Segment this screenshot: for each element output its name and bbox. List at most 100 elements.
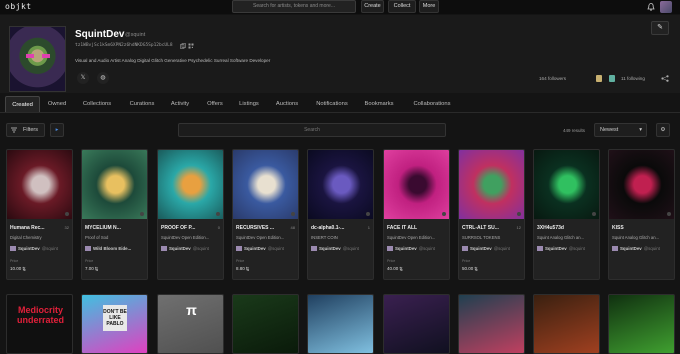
collection-name: Squint Analog Glitch an... [612,235,660,240]
tab-auctions[interactable]: Auctions [268,96,306,112]
token-card[interactable]: RECURSIVES ... 48 SquintDev Open Edition..… [232,149,299,280]
copy-icon[interactable] [180,43,186,49]
token-title: dc-alpha0.1-... [311,225,345,231]
play-icon [216,212,220,216]
token-thumbnail[interactable] [82,150,147,219]
share-icon[interactable] [661,75,669,82]
token-price: 50.00 ꜩ [462,266,478,271]
token-price: 10.00 ꜩ [10,266,26,271]
creator-name: SquintDev [319,246,341,251]
token-card[interactable]: FACE IT ALL SquintDev Open Edition... Squi… [383,149,450,280]
grid-toggle-button[interactable]: ▸ [50,123,64,137]
token-art-text: DON'T BE LIKE PABLO [103,305,127,331]
tab-collaborations[interactable]: Collaborations [403,96,461,112]
follower-avatar [596,75,602,82]
edit-profile-button[interactable]: ✎ [651,21,669,35]
following-avatar [609,75,615,82]
creator-row[interactable]: SquintDev @squint [236,246,298,252]
tab-offers[interactable]: Offers [200,96,230,112]
token-thumbnail[interactable] [7,150,72,219]
tab-listings[interactable]: Listings [232,96,266,112]
collection-name: Squint Analog Glitch an... [537,235,585,240]
followers-count[interactable]: 164 followers [539,76,566,81]
creator-handle: @squint [41,246,58,251]
token-card[interactable]: PROOF OF P... 0 SquintDev Open Edition... S… [157,149,224,280]
creator-row[interactable]: SquintDev @squint [10,246,72,252]
tab-collections[interactable]: Collections [77,96,117,112]
play-icon [140,212,144,216]
token-card[interactable] [458,294,525,354]
token-card[interactable]: π [157,294,224,354]
token-card[interactable]: dc-alpha0.1-... 1 INSERT COIN SquintDev @squ… [307,149,374,280]
following-count[interactable]: 11 following [621,76,645,81]
creator-row[interactable]: SquintDev @squint [612,246,674,252]
bell-icon[interactable] [646,2,656,12]
token-thumbnail[interactable] [233,150,298,219]
create-button[interactable]: Create [361,0,384,13]
creator-row[interactable]: SquintDev @squint [537,246,599,252]
sort-select[interactable]: Newest ▾ [594,123,647,137]
wallet-address[interactable]: tz1WBvjSc1kSm6XPN2z6hdNKDG5Sp12bcUL8 [75,43,173,48]
profile-bio: Visual and Audio Artist Analog Digital G… [75,58,271,63]
play-icon [517,212,521,216]
creator-handle: @squint [568,246,585,251]
collection-name: SURRSOL TOKENS [462,235,501,240]
play-icon [291,212,295,216]
creator-row[interactable]: SquintDev @squint [462,246,524,252]
token-thumbnail[interactable] [459,150,524,219]
token-thumbnail[interactable] [158,150,223,219]
objkt-logo[interactable]: objkt [5,2,32,11]
tab-notifications[interactable]: Notifications [307,96,357,112]
collect-button[interactable]: Collect [388,0,416,13]
token-thumbnail[interactable] [534,150,599,219]
qr-icon[interactable] [188,43,194,49]
token-card[interactable]: Humana Rec... 32 Digital Chemistry SquintDe… [6,149,73,280]
token-card[interactable]: MYCELIUM N... Proof of Sod Wild Bloom Eide… [81,149,148,280]
token-title: FACE IT ALL [387,225,418,231]
gear-icon: ⚙ [660,127,666,133]
token-card[interactable] [533,294,600,354]
token-thumbnail[interactable] [308,150,373,219]
user-avatar[interactable] [660,1,672,13]
tab-curations[interactable]: Curations [123,96,161,112]
token-art-text: π [186,302,197,318]
token-card[interactable]: Mediocrity underrated [6,294,73,354]
edition-count: 1 [367,225,370,230]
settings-button[interactable]: ⚙ [656,123,670,137]
creator-row[interactable]: SquintDev @squint [311,246,373,252]
tab-bookmarks[interactable]: Bookmarks [358,96,400,112]
website-globe-icon[interactable]: ◍ [97,72,109,84]
play-icon [442,212,446,216]
tab-owned[interactable]: Owned [42,96,72,112]
token-card[interactable] [232,294,299,354]
tab-activity[interactable]: Activity [164,96,196,112]
token-thumbnail[interactable] [609,150,674,219]
token-card[interactable] [608,294,675,354]
creator-row[interactable]: SquintDev @squint [161,246,223,252]
filters-button[interactable]: Filters [6,123,45,137]
tab-created[interactable]: Created [5,96,40,112]
creator-avatar [462,246,468,252]
token-card[interactable]: DON'T BE LIKE PABLO [81,294,148,354]
token-card[interactable]: KISS Squint Analog Glitch an... SquintDev @… [608,149,675,280]
token-card[interactable]: CTRL-ALT SU... 12 SURRSOL TOKENS SquintDev @… [458,149,525,280]
creator-avatar [10,246,16,252]
more-button[interactable]: More [419,0,439,13]
creator-row[interactable]: SquintDev @squint [387,246,449,252]
token-card[interactable]: 3XH4u573d Squint Analog Glitch an... Squin… [533,149,600,280]
global-search-input[interactable]: Search for artists, tokens and more... [232,0,356,13]
token-title: KISS [612,225,624,231]
token-search-input[interactable]: Search [178,123,446,137]
token-card[interactable] [383,294,450,354]
token-price: 8.80 ꜩ [236,266,250,271]
x-twitter-icon[interactable]: 𝕏 [77,72,89,84]
profile-name: SquintDev [75,29,125,40]
price-label: Price [10,259,19,263]
price-label: Price [85,259,94,263]
collection-name: Digital Chemistry [10,235,42,240]
token-thumbnail[interactable] [384,150,449,219]
creator-row[interactable]: Wild Bloom Eide... [85,246,147,252]
play-icon [366,212,370,216]
filters-label: Filters [23,127,38,133]
token-card[interactable] [307,294,374,354]
